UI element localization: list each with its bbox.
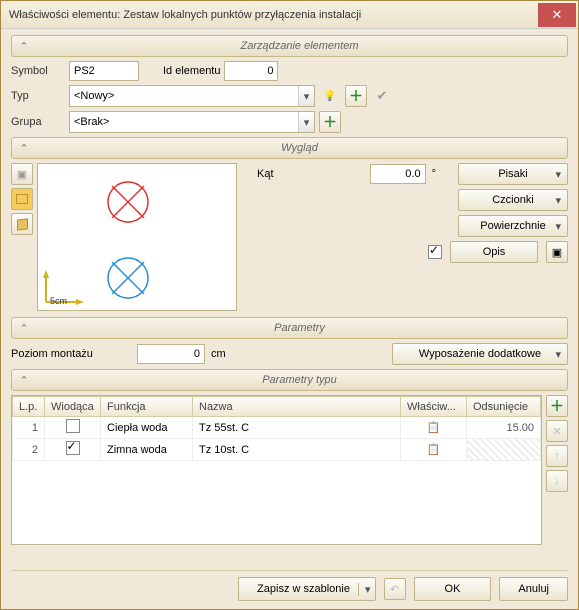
section-manage-title: Zarządzanie elementem: [32, 40, 567, 52]
section-typeparams-header[interactable]: ⌃ Parametry typu: [11, 369, 568, 391]
chevron-down-icon[interactable]: ▾: [298, 86, 314, 106]
folder-button[interactable]: [11, 188, 33, 210]
desc-button[interactable]: Opis: [450, 241, 538, 263]
table-row[interactable]: 1 Ciepła woda Tz 55st. C 📋 15.00: [13, 417, 541, 439]
chevron-up-icon: ⌃: [16, 38, 32, 54]
desc-checkbox[interactable]: [428, 245, 442, 259]
group-label: Grupa: [11, 116, 65, 128]
cell-nazwa: Tz 10st. C: [193, 439, 401, 461]
col-nazwa[interactable]: Nazwa: [193, 397, 401, 417]
cell-lp: 2: [13, 439, 45, 461]
angle-label: Kąt: [257, 168, 274, 180]
id-input[interactable]: [224, 61, 278, 81]
chevron-down-icon[interactable]: ▾: [298, 112, 314, 132]
chevron-down-icon: ▾: [358, 583, 371, 596]
extra-equipment-button[interactable]: Wyposażenie dodatkowe▾: [392, 343, 568, 365]
surfaces-button[interactable]: Powierzchnie▾: [458, 215, 568, 237]
add-group-button[interactable]: ＋: [319, 111, 341, 133]
mount-level-label: Poziom montażu: [11, 348, 131, 360]
section-params-header[interactable]: ⌃ Parametry: [11, 317, 568, 339]
id-label: Id elementu: [163, 65, 220, 77]
cell-odsuniecie: [467, 439, 541, 461]
group-combo-value: <Brak>: [74, 116, 109, 128]
section-params-title: Parametry: [32, 322, 567, 334]
desc-options-button[interactable]: ▣: [546, 241, 568, 263]
type-label: Typ: [11, 90, 65, 102]
angle-input[interactable]: [370, 164, 426, 184]
pens-button[interactable]: Pisaki▾: [458, 163, 568, 185]
move-up-button[interactable]: ↑: [546, 445, 568, 467]
col-odsuniecie[interactable]: Odsunięcie: [467, 397, 541, 417]
cell-funkcja: Zimna woda: [101, 439, 193, 461]
wiodaca-checkbox[interactable]: [66, 441, 80, 455]
chevron-up-icon: ⌃: [16, 140, 32, 156]
section-manage-header[interactable]: ⌃ Zarządzanie elementem: [11, 35, 568, 57]
move-down-button[interactable]: ↓: [546, 470, 568, 492]
angle-unit: °: [432, 168, 436, 180]
mount-level-unit: cm: [211, 348, 226, 360]
col-wlasciw[interactable]: Właściw...: [401, 397, 467, 417]
save-template-button[interactable]: Zapisz w szablonie▾: [238, 577, 375, 601]
properties-icon[interactable]: 📋: [427, 444, 441, 456]
cancel-button[interactable]: Anuluj: [499, 577, 568, 601]
camera-button[interactable]: [11, 163, 33, 185]
box3d-icon: [17, 218, 28, 230]
type-combo[interactable]: <Nowy> ▾: [69, 85, 315, 107]
confirm-type-button[interactable]: ✔: [371, 85, 393, 107]
scale-label: 5cm: [50, 296, 67, 306]
cell-odsuniecie: 15.00: [467, 417, 541, 439]
folder-icon: [16, 194, 28, 204]
window-title: Właściwości elementu: Zestaw lokalnych p…: [9, 9, 538, 21]
fonts-button[interactable]: Czcionki▾: [458, 189, 568, 211]
chevron-down-icon: ▾: [555, 194, 561, 207]
add-row-button[interactable]: ＋: [546, 395, 568, 417]
wiodaca-checkbox[interactable]: [66, 419, 80, 433]
section-appearance-header[interactable]: ⌃ Wygląd: [11, 137, 568, 159]
chevron-down-icon: ▾: [555, 220, 561, 233]
chevron-down-icon: ▾: [555, 348, 561, 361]
section-appearance-title: Wygląd: [32, 142, 567, 154]
close-button[interactable]: ✕: [538, 3, 576, 27]
col-funkcja[interactable]: Funkcja: [101, 397, 193, 417]
cell-funkcja: Ciepła woda: [101, 417, 193, 439]
delete-row-button[interactable]: ✕: [546, 420, 568, 442]
camera-icon: [17, 168, 27, 181]
group-combo[interactable]: <Brak> ▾: [69, 111, 315, 133]
chevron-up-icon: ⌃: [16, 320, 32, 336]
add-type-button[interactable]: ＋: [345, 85, 367, 107]
type-params-table[interactable]: L.p. Wiodąca Funkcja Nazwa Właściw... Od…: [11, 395, 542, 545]
section-typeparams-title: Parametry typu: [32, 374, 567, 386]
preview-canvas: 5cm: [37, 163, 237, 311]
type-combo-value: <Nowy>: [74, 90, 114, 102]
table-row[interactable]: 2 Zimna woda Tz 10st. C 📋: [13, 439, 541, 461]
cell-lp: 1: [13, 417, 45, 439]
undo-button[interactable]: ↶: [384, 578, 406, 600]
cell-nazwa: Tz 55st. C: [193, 417, 401, 439]
chevron-up-icon: ⌃: [16, 372, 32, 388]
col-wiodaca[interactable]: Wiodąca: [45, 397, 101, 417]
mount-level-input[interactable]: [137, 344, 205, 364]
bulb-icon[interactable]: 💡: [319, 85, 341, 107]
box3d-button[interactable]: [11, 213, 33, 235]
col-lp[interactable]: L.p.: [13, 397, 45, 417]
symbol-label: Symbol: [11, 65, 65, 77]
ok-button[interactable]: OK: [414, 577, 492, 601]
properties-icon[interactable]: 📋: [427, 422, 441, 434]
chevron-down-icon: ▾: [555, 168, 561, 181]
symbol-input[interactable]: [69, 61, 139, 81]
